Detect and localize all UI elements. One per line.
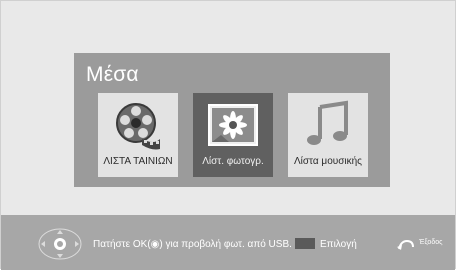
- select-label: Επιλογή: [320, 239, 357, 250]
- film-reel-icon: [116, 103, 160, 150]
- music-list-label: Λίστα μουσικής: [293, 156, 362, 167]
- movie-list-label: ΛΙΣΤΑ ΤΑΙΝΙΩΝ: [103, 156, 173, 167]
- media-panel: Μέσα ΛΙΣΤΑ ΤΑΙΝΙΩΝ Λίστ. φωτογρ. Λίστα μ…: [74, 53, 390, 187]
- photo-list-label: Λίστ. φωτογρ.: [202, 156, 264, 167]
- panel-title: Μέσα: [86, 63, 139, 86]
- back-arrow-icon[interactable]: [397, 239, 415, 251]
- media-screen: Μέσα ΛΙΣΤΑ ΤΑΙΝΙΩΝ Λίστ. φωτογρ. Λίστα μ…: [0, 0, 456, 270]
- photo-icon: [208, 104, 258, 146]
- music-list-tile[interactable]: Λίστα μουσικής: [288, 93, 368, 177]
- music-note-icon: [307, 100, 348, 145]
- blue-key-swatch: [295, 238, 315, 249]
- hint-text: Πατήστε ΟΚ(◉) για προβολή φωτ. από USB.: [93, 239, 292, 250]
- photo-list-tile[interactable]: Λίστ. φωτογρ.: [193, 93, 273, 177]
- navigation-pad-icon: [38, 228, 82, 260]
- bottom-bar: Πατήστε ΟΚ(◉) για προβολή φωτ. από USB. …: [1, 215, 455, 270]
- movie-list-tile[interactable]: ΛΙΣΤΑ ΤΑΙΝΙΩΝ: [98, 93, 178, 177]
- exit-label: Έξοδος: [419, 239, 443, 246]
